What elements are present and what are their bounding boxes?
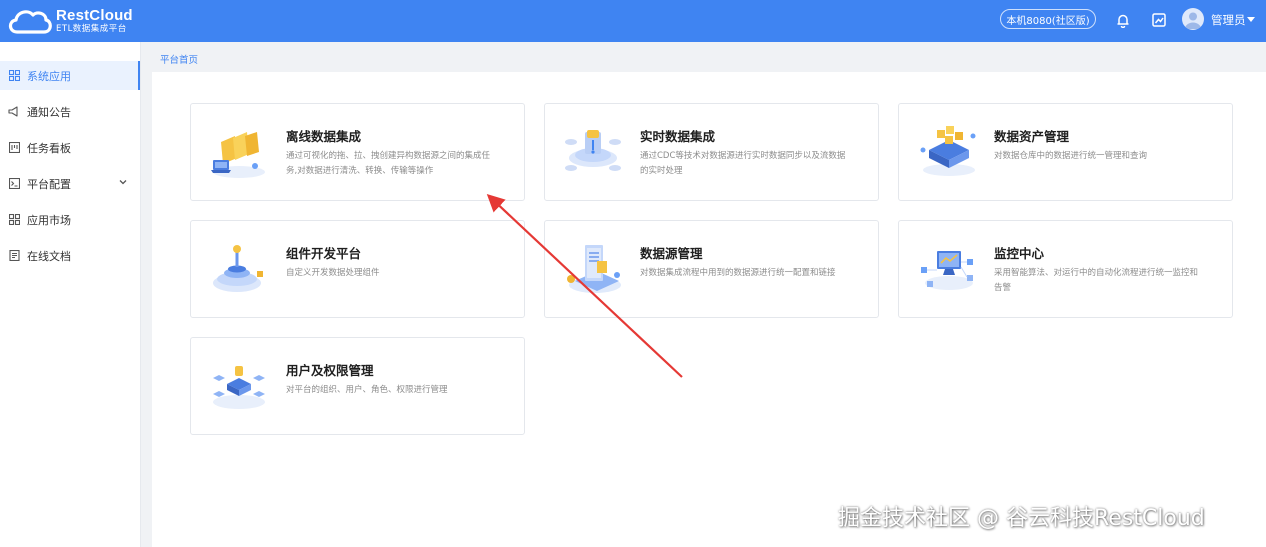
breadcrumb[interactable]: 平台首页 xyxy=(160,52,198,66)
sidebar-item-label: 应用市场 xyxy=(27,213,71,227)
avatar[interactable] xyxy=(1182,8,1204,30)
card-title: 用户及权限管理 xyxy=(286,363,374,378)
card-title: 组件开发平台 xyxy=(286,246,362,261)
app-card-monitor[interactable]: 监控中心 采用智能算法、对运行中的自动化流程进行统一监控和告警 xyxy=(898,220,1233,318)
data-asset-icon xyxy=(920,126,976,176)
chevron-down-icon xyxy=(119,180,127,185)
card-description: 通过可视化的拖、拉、拽创建异构数据源之间的集成任务,对数据进行清洗、转换、传输等… xyxy=(286,151,491,176)
sidebar-item-task-board[interactable]: 任务看板 xyxy=(0,133,140,162)
environment-badge[interactable]: 本机8080(社区版) xyxy=(1000,9,1096,29)
cloud-logo-icon xyxy=(8,10,52,34)
component-dev-icon xyxy=(213,245,263,292)
app-card-datasource[interactable]: 数据源管理 对数据集成流程中用到的数据源进行统一配置和链接 xyxy=(544,220,879,318)
card-title: 监控中心 xyxy=(994,246,1045,261)
sidebar-item-label: 通知公告 xyxy=(27,105,71,119)
sidebar-item-label: 系统应用 xyxy=(27,69,71,83)
card-description: 对数据集成流程中用到的数据源进行统一配置和链接 xyxy=(640,268,836,278)
sidebar: 系统应用 通知公告 任务看板 平台配置 应用市场 在线文档 xyxy=(0,42,141,547)
watermark: 掘金技术社区 @ 谷云科技RestCloud xyxy=(838,506,1205,531)
card-description: 对数据仓库中的数据进行统一管理和查询 xyxy=(994,151,1148,161)
breadcrumb-bar: 平台首页 xyxy=(152,42,1266,72)
app-card-component-dev[interactable]: 组件开发平台 自定义开发数据处理组件 xyxy=(190,220,525,318)
logo-name: RestCloud xyxy=(56,7,133,25)
terminal-icon xyxy=(8,178,20,190)
card-title: 数据源管理 xyxy=(640,246,703,261)
bell-icon[interactable] xyxy=(1114,11,1132,29)
sidebar-item-notices[interactable]: 通知公告 xyxy=(0,97,140,126)
sidebar-item-platform-config[interactable]: 平台配置 xyxy=(0,169,140,198)
card-description: 采用智能算法、对运行中的自动化流程进行统一监控和告警 xyxy=(994,268,1199,293)
user-name[interactable]: 管理员 xyxy=(1211,12,1246,28)
monitor-icon xyxy=(921,251,973,290)
app-card-data-asset[interactable]: 数据资产管理 对数据仓库中的数据进行统一管理和查询 xyxy=(898,103,1233,201)
app-card-user-permission[interactable]: 用户及权限管理 对平台的组织、用户、角色、权限进行管理 xyxy=(190,337,525,435)
sidebar-item-apps[interactable]: 系统应用 xyxy=(0,61,140,90)
user-permission-icon xyxy=(213,366,265,409)
card-description: 通过CDC等技术对数据源进行实时数据同步以及流数据的实时处理 xyxy=(640,151,846,176)
apps-grid-icon xyxy=(8,70,20,82)
app-logo[interactable]: RestCloud ETL数据集成平台 xyxy=(6,4,133,38)
card-title: 离线数据集成 xyxy=(286,129,362,144)
realtime-integration-icon xyxy=(565,130,621,171)
board-icon xyxy=(8,142,20,154)
top-bar: RestCloud ETL数据集成平台 本机8080(社区版) 管理员 xyxy=(0,0,1266,42)
card-title: 实时数据集成 xyxy=(640,129,716,144)
sidebar-item-label: 平台配置 xyxy=(27,177,71,191)
document-icon xyxy=(8,250,20,262)
datasource-icon xyxy=(567,245,621,293)
user-menu-caret-icon[interactable] xyxy=(1247,17,1255,22)
logo-subtitle: ETL数据集成平台 xyxy=(56,24,127,35)
trend-chart-icon[interactable] xyxy=(1150,11,1168,29)
sidebar-item-app-market[interactable]: 应用市场 xyxy=(0,205,140,234)
app-card-offline-integration[interactable]: 离线数据集成 通过可视化的拖、拉、拽创建异构数据源之间的集成任务,对数据进行清洗… xyxy=(190,103,525,201)
app-card-realtime-integration[interactable]: 实时数据集成 通过CDC等技术对数据源进行实时数据同步以及流数据的实时处理 xyxy=(544,103,879,201)
sidebar-item-label: 任务看板 xyxy=(27,141,71,155)
megaphone-icon xyxy=(8,106,20,118)
sidebar-item-label: 在线文档 xyxy=(27,249,71,263)
card-description: 对平台的组织、用户、角色、权限进行管理 xyxy=(286,385,448,395)
sidebar-item-docs[interactable]: 在线文档 xyxy=(0,241,140,270)
card-title: 数据资产管理 xyxy=(994,129,1070,144)
card-description: 自定义开发数据处理组件 xyxy=(286,268,380,278)
main-panel: 离线数据集成 通过可视化的拖、拉、拽创建异构数据源之间的集成任务,对数据进行清洗… xyxy=(152,72,1266,547)
apps-grid-icon xyxy=(8,214,20,226)
offline-integration-icon xyxy=(211,132,265,178)
